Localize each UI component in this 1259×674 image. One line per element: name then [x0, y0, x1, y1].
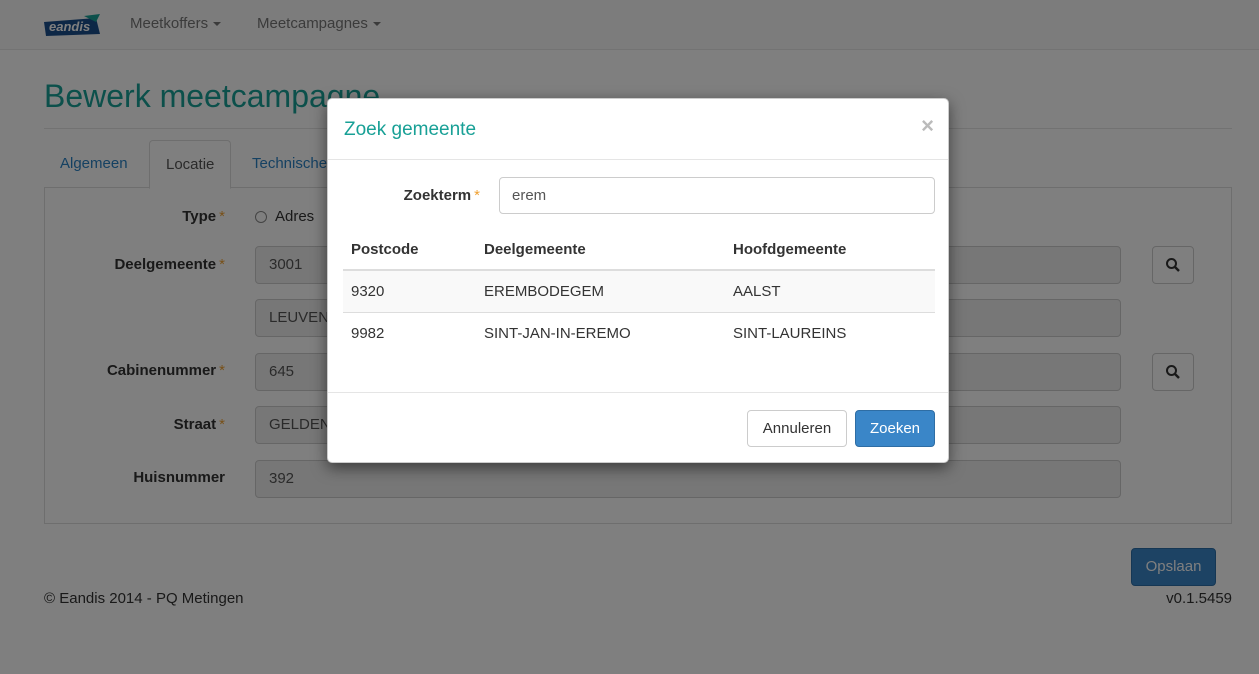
cancel-button[interactable]: Annuleren — [747, 410, 847, 447]
cell-hoofdgemeente: SINT-LAUREINS — [725, 311, 935, 354]
search-button[interactable]: Zoeken — [855, 410, 935, 447]
table-row[interactable]: 9982 SINT-JAN-IN-EREMO SINT-LAUREINS — [343, 311, 935, 354]
table-row[interactable]: 9320 EREMBODEGEM AALST — [343, 270, 935, 312]
zoekterm-label: Zoekterm * — [344, 187, 480, 204]
zoekterm-label-text: Zoekterm — [403, 187, 472, 204]
cell-postcode: 9320 — [343, 270, 476, 312]
cell-deelgemeente: EREMBODEGEM — [476, 270, 725, 312]
zoek-gemeente-modal: Zoek gemeente × Zoekterm * erem Postcode … — [327, 98, 949, 463]
modal-header-divider — [328, 159, 948, 160]
column-header-deelgemeente: Deelgemeente — [476, 230, 725, 271]
cell-hoofdgemeente: AALST — [725, 270, 935, 312]
column-header-postcode: Postcode — [343, 230, 476, 271]
column-header-hoofdgemeente: Hoofdgemeente — [725, 230, 935, 271]
zoekterm-input[interactable]: erem — [499, 177, 935, 214]
close-icon[interactable]: × — [921, 115, 934, 137]
cell-deelgemeente: SINT-JAN-IN-EREMO — [476, 311, 725, 354]
modal-title: Zoek gemeente — [344, 119, 477, 140]
results-table: Postcode Deelgemeente Hoofdgemeente 9320… — [343, 230, 935, 354]
results-header-row: Postcode Deelgemeente Hoofdgemeente — [343, 230, 935, 271]
cell-postcode: 9982 — [343, 311, 476, 354]
modal-footer-divider — [328, 392, 948, 393]
required-mark: * — [474, 187, 480, 204]
